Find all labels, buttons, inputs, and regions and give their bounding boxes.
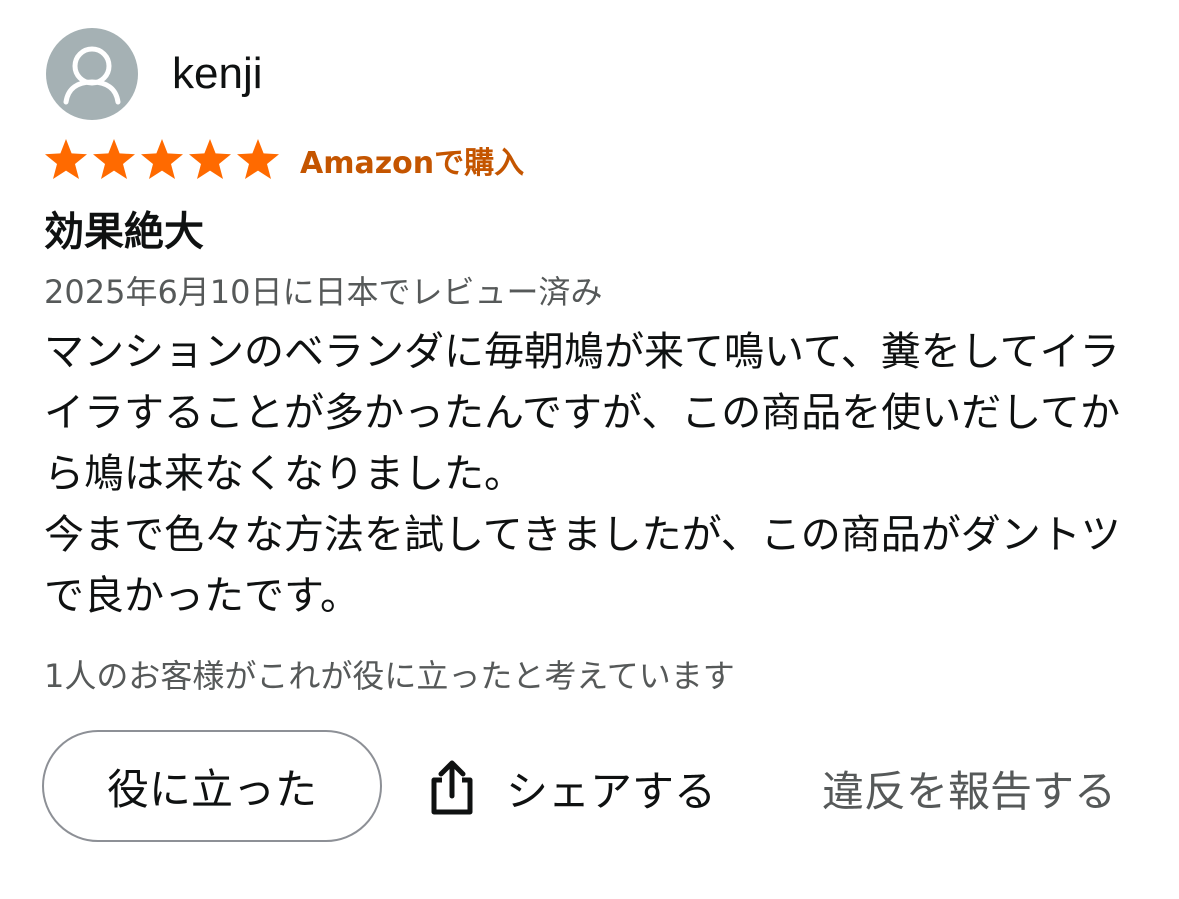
share-icon [431,760,473,815]
star-icon [45,139,87,179]
review-date: 2025年6月10日に日本でレビュー済み [44,273,603,311]
review-body: マンションのベランダに毎朝鳩が来て鳴いて、糞をしてイライラすることが多かったんで… [44,322,1154,627]
share-button[interactable]: シェアする [426,730,716,846]
review-paragraph: 今まで色々な方法を試してきましたが、この商品がダントツで良かったです。 [44,512,1121,619]
avatar[interactable] [46,28,138,120]
star-icon [237,139,279,179]
star-icon [141,139,183,179]
reviewer-profile[interactable]: kenji [46,28,263,120]
helpful-button[interactable]: 役に立った [42,730,382,842]
review-paragraph: マンションのベランダに毎朝鳩が来て鳴いて、糞をしてイライラすることが多かったんで… [44,329,1120,497]
customer-review: kenji Amazonで購入 効果絶大 2025年6月10日に日本でレビュー済… [0,0,1179,899]
reviewer-name[interactable]: kenji [172,49,263,99]
star-icon [189,139,231,179]
star-icon [93,139,135,179]
report-abuse-link[interactable]: 違反を報告する [822,730,1116,846]
rating-row: Amazonで購入 [42,136,524,184]
verified-purchase-badge: Amazonで購入 [300,146,525,181]
user-silhouette-icon [63,46,121,105]
review-title: 効果絶大 [44,209,204,255]
share-label[interactable]: シェアする [506,758,716,819]
helpful-count: 1人のお客様がこれが役に立ったと考えています [44,657,735,695]
star-rating[interactable] [42,136,282,184]
review-actions: 役に立った シェアする 違反を報告する [42,730,1152,846]
